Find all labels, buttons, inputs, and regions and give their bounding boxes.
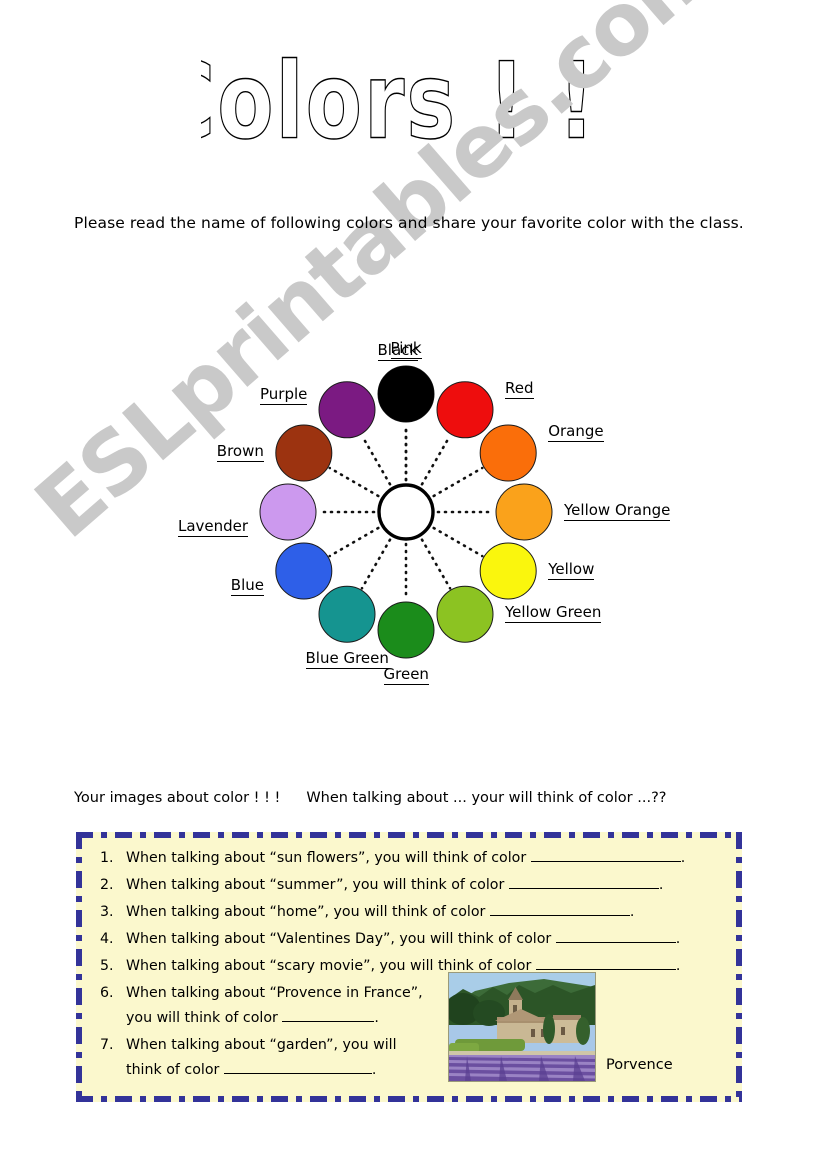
question-number: 4.: [100, 931, 114, 947]
color-label-lavender: Lavender: [178, 517, 249, 537]
question-number: 5.: [100, 958, 114, 974]
question-terminator: .: [675, 958, 681, 974]
color-swatch-blue[interactable]: [275, 542, 333, 600]
question-text: When talking about “sun flowers”, you wi…: [126, 850, 531, 866]
color-label-yellow-green: Yellow Green: [505, 603, 602, 624]
question-terminator: .: [680, 850, 686, 866]
question-text: When talking about “Valentines Day”, you…: [126, 931, 556, 947]
photo-caption: Porvence: [606, 1057, 673, 1073]
answer-blank[interactable]: [508, 874, 659, 889]
color-label-green: Green: [383, 665, 429, 685]
box-border-bottom: [76, 1096, 742, 1102]
intro-paragraph: Please read the name of following colors…: [74, 214, 744, 232]
page-title: Colors ! ! !: [0, 52, 821, 176]
question-number: 1.: [100, 850, 114, 866]
question-text-line2: you will think of color: [126, 1010, 283, 1026]
question-number: 6.: [100, 985, 114, 1001]
spoke-line-blue-green: [360, 538, 392, 590]
color-label-red: Red: [505, 378, 534, 399]
spoke-line-blue: [328, 526, 380, 558]
question-item: 1. When talking about “sun flowers”, you …: [100, 846, 720, 871]
color-label-black: Black: [377, 341, 419, 361]
color-label-yellow: Yellow: [548, 560, 595, 580]
question-item: 5. When talking about “scary movie”, you …: [100, 954, 720, 979]
questions-box: 1. When talking about “sun flowers”, you …: [76, 832, 742, 1102]
color-swatch-yellow[interactable]: [479, 542, 537, 600]
color-swatch-black[interactable]: [378, 366, 434, 422]
spoke-line-red: [420, 434, 452, 486]
prompt-right: When talking about ... your will think o…: [306, 790, 667, 806]
answer-blank[interactable]: [223, 1059, 372, 1074]
question-number: 7.: [100, 1037, 114, 1053]
color-swatch-blue-green[interactable]: [318, 585, 376, 643]
question-item: 3. When talking about “home”, you will th…: [100, 900, 720, 925]
color-label-yellow-orange: Yellow Orange: [564, 501, 671, 521]
color-wheel: Pink Red Orange Yellow Orange Yellow Yellow G…: [0, 280, 821, 750]
spoke-line-yellow: [432, 526, 484, 558]
answer-blank[interactable]: [530, 847, 681, 862]
prompt-left: Your images about color ! ! !: [74, 790, 281, 806]
color-swatch-brown[interactable]: [275, 424, 333, 482]
page-title-text: Colors ! ! !: [201, 52, 621, 163]
questions-list: 1. When talking about “sun flowers”, you …: [100, 846, 720, 1085]
question-text: When talking about “summer”, you will th…: [126, 877, 509, 893]
color-label-blue-green: Blue Green: [305, 649, 389, 670]
color-swatch-yellow-green[interactable]: [436, 585, 494, 643]
provence-lavender-field-photo: [448, 972, 596, 1082]
question-item: 4. When talking about “Valentines Day”, y…: [100, 927, 720, 952]
color-swatch-orange[interactable]: [479, 424, 537, 482]
color-label-orange: Orange: [548, 422, 604, 442]
question-terminator: .: [374, 1010, 379, 1026]
question-text: When talking about “garden”, you will: [126, 1037, 397, 1053]
answer-blank[interactable]: [555, 928, 676, 943]
color-wheel-hub: [377, 483, 435, 541]
color-label-blue: Blue: [230, 576, 264, 596]
question-text: When talking about “home”, you will thin…: [126, 904, 490, 920]
box-border-top: [76, 832, 742, 838]
spoke-line-brown: [328, 466, 380, 498]
color-swatch-red[interactable]: [436, 381, 494, 439]
spoke-line-orange: [432, 466, 484, 498]
question-terminator: .: [629, 904, 635, 920]
question-text-line2: think of color: [126, 1062, 224, 1078]
color-label-brown: Brown: [216, 442, 264, 462]
answer-blank[interactable]: [282, 1007, 375, 1022]
spoke-line-yellow-green: [420, 538, 452, 590]
question-item: 6. When talking about “Provence in France…: [100, 981, 456, 1031]
color-label-purple: Purple: [260, 384, 308, 405]
answer-blank[interactable]: [489, 901, 630, 916]
question-terminator: .: [658, 877, 664, 893]
color-swatch-lavender[interactable]: [259, 483, 317, 541]
question-item: 7. When talking about “garden”, you will …: [100, 1033, 456, 1083]
box-border-left: [76, 832, 82, 1102]
box-border-right: [736, 832, 742, 1102]
question-number: 3.: [100, 904, 114, 920]
color-swatch-yellow-orange[interactable]: [495, 483, 553, 541]
question-terminator: .: [675, 931, 681, 947]
spoke-line-purple: [360, 434, 392, 486]
question-text: When talking about “Provence in France”,: [126, 985, 423, 1001]
question-terminator: .: [371, 1062, 377, 1078]
color-swatch-purple[interactable]: [318, 381, 376, 439]
answer-blank[interactable]: [535, 955, 676, 970]
question-number: 2.: [100, 877, 114, 893]
question-item: 2. When talking about “summer”, you will …: [100, 873, 720, 898]
prompt-line: Your images about color ! ! ! When talkin…: [74, 790, 774, 806]
